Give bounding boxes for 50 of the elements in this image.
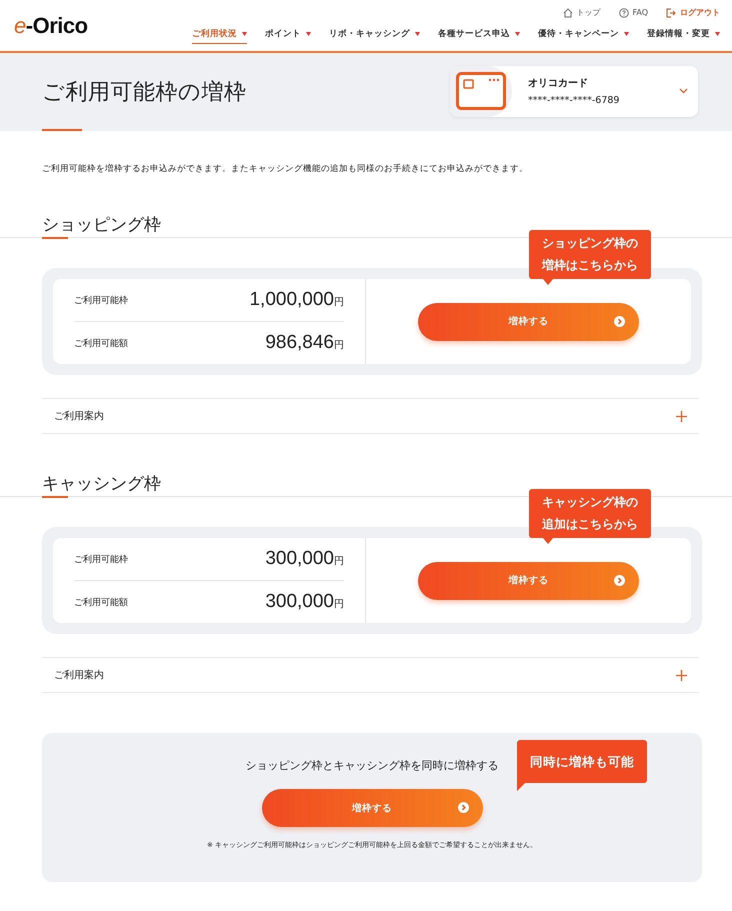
row-label: ご利用可能額	[74, 338, 128, 350]
guide-accordion[interactable]: ご利用案内	[42, 657, 699, 693]
plus-icon	[676, 410, 687, 422]
card-selector[interactable]: オリコカード ****-****-****-6789	[450, 66, 698, 116]
nav-tab[interactable]: 優待・キャンペーン	[538, 28, 629, 44]
section-title: キャッシング枠	[42, 473, 161, 496]
row-label: ご利用可能枠	[74, 294, 128, 306]
logout-icon	[666, 8, 676, 18]
row-label: ご利用可能枠	[74, 554, 128, 566]
combined-text: ショッピング枠とキャッシング枠を同時に増枠する	[246, 758, 498, 773]
nav-tab[interactable]: ポイント	[265, 28, 311, 44]
plus-icon	[676, 670, 687, 680]
nav-tab[interactable]: ご利用状況	[192, 28, 247, 44]
arrow-circle-icon	[458, 802, 468, 813]
callout: キャッシング枠の 追加はこちらから	[529, 489, 651, 544]
triangle-down-icon	[242, 32, 247, 36]
amount: 300,000円	[265, 548, 344, 570]
callout: ショッピング枠の 増枠はこちらから	[529, 230, 651, 286]
triangle-down-icon	[624, 32, 629, 36]
triangle-down-icon	[306, 32, 311, 36]
top-link[interactable]: FAQ	[618, 7, 648, 18]
triangle-down-icon	[415, 32, 420, 36]
section-title: ショッピング枠	[42, 214, 161, 237]
callout-tail	[543, 279, 553, 286]
callout-tail	[517, 783, 525, 791]
card-number: ****-****-****-6789	[528, 95, 620, 106]
callout-tail	[543, 538, 553, 544]
nav-tab[interactable]: 各種サービス申込	[438, 28, 520, 44]
card-name: オリコカード	[528, 77, 589, 90]
triangle-down-icon	[515, 32, 520, 36]
arrow-circle-icon	[614, 574, 625, 586]
amount: 300,000円	[265, 591, 344, 613]
home-icon	[562, 8, 572, 18]
top-link[interactable]: トップ	[562, 7, 600, 18]
help-icon	[618, 8, 628, 18]
arrow-circle-icon	[614, 316, 625, 326]
page-title: ご利用可能枠の増枠	[42, 79, 246, 107]
triangle-down-icon	[715, 32, 720, 36]
guide-accordion[interactable]: ご利用案内	[42, 398, 699, 434]
description: ご利用可能枠を増枠するお申込みができます。またキャッシング機能の追加も同様のお手続きにてお申込みができます。	[42, 163, 529, 175]
amount: 1,000,000円	[249, 289, 344, 311]
row-label: ご利用可能額	[74, 596, 128, 608]
chevron-down-icon	[679, 88, 688, 94]
callout: 同時に増枠も可能	[517, 740, 647, 791]
logo[interactable]: e-Orico	[14, 13, 88, 39]
amount: 986,846円	[265, 332, 344, 354]
nav-tab[interactable]: リボ・キャッシング	[329, 28, 420, 44]
nav-tab[interactable]: 登録情報・変更	[647, 28, 720, 44]
top-link[interactable]: ログアウト	[666, 7, 720, 18]
card-icon	[456, 72, 506, 110]
